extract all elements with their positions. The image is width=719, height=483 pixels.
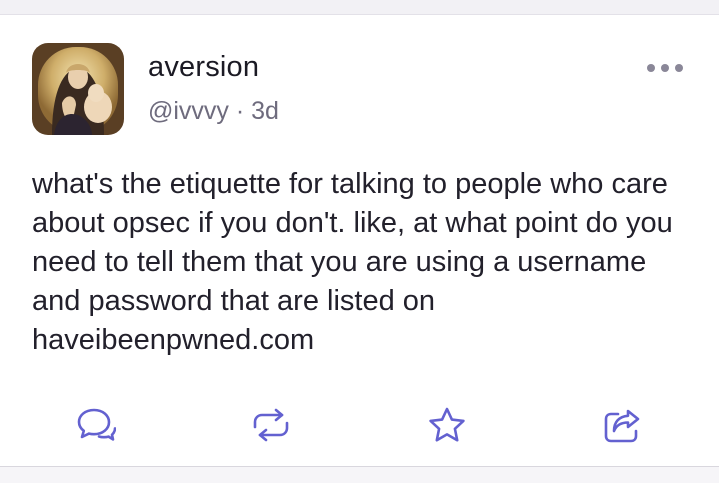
favourite-button[interactable] — [425, 403, 469, 447]
avatar-image — [32, 43, 124, 135]
more-horizontal-icon — [647, 64, 683, 72]
timeline-divider-bottom — [0, 466, 719, 483]
author-handle[interactable]: @ivvvy — [148, 97, 229, 125]
post-age[interactable]: 3d — [251, 97, 279, 125]
reply-icon — [77, 408, 116, 441]
share-icon — [604, 409, 640, 443]
post-card[interactable]: aversion @ivvvy · 3d what's the etiquett… — [0, 15, 719, 466]
more-options-button[interactable] — [642, 57, 688, 79]
author-meta: @ivvvy · 3d — [148, 97, 279, 126]
boost-icon — [253, 408, 289, 442]
meta-separator: · — [228, 97, 252, 125]
star-icon — [429, 407, 465, 442]
share-button[interactable] — [600, 403, 644, 447]
reply-button[interactable] — [74, 403, 118, 447]
boost-button[interactable] — [249, 403, 293, 447]
post-action-bar — [0, 403, 719, 447]
avatar[interactable] — [32, 43, 124, 135]
author-display-name[interactable]: aversion — [148, 51, 259, 84]
post-body: what's the etiquette for talking to peop… — [32, 168, 673, 356]
timeline-divider-top — [0, 0, 719, 15]
